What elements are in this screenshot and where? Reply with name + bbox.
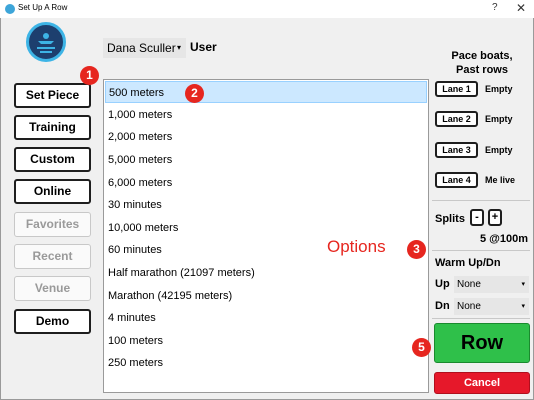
splits-minus-button[interactable]: - bbox=[470, 209, 484, 226]
divider bbox=[432, 200, 530, 201]
lane-1-status: Empty bbox=[485, 84, 513, 94]
warmup-up-dropdown[interactable]: None ▾ bbox=[454, 276, 529, 293]
menu-online-button[interactable]: Online bbox=[14, 179, 91, 204]
lane-1-button[interactable]: Lane 1 bbox=[435, 81, 478, 97]
lane-3-button[interactable]: Lane 3 bbox=[435, 142, 478, 158]
list-item[interactable]: 30 minutes bbox=[105, 194, 427, 216]
list-item[interactable]: 10,000 meters bbox=[105, 217, 427, 239]
splits-value: 5 @100m bbox=[480, 233, 529, 245]
menu-recent-button: Recent bbox=[14, 244, 91, 269]
warmup-up-label: Up bbox=[435, 278, 450, 290]
list-item[interactable]: 1,000 meters bbox=[105, 104, 427, 126]
chevron-down-icon: ▾ bbox=[176, 43, 181, 52]
warmup-up-value: None bbox=[457, 279, 481, 290]
user-dropdown-value: Dana Sculler bbox=[107, 41, 176, 55]
list-item[interactable]: 100 meters bbox=[105, 330, 427, 352]
warmup-heading: Warm Up/Dn bbox=[435, 257, 501, 269]
cancel-button[interactable]: Cancel bbox=[434, 372, 530, 394]
divider bbox=[432, 250, 530, 251]
close-button[interactable]: ✕ bbox=[516, 1, 526, 15]
warmup-dn-label: Dn bbox=[435, 300, 450, 312]
menu-demo-button[interactable]: Demo bbox=[14, 309, 91, 334]
chevron-down-icon: ▾ bbox=[521, 281, 525, 288]
list-item[interactable]: 500 meters bbox=[105, 81, 427, 103]
list-item[interactable]: Half marathon (21097 meters) bbox=[105, 262, 427, 284]
warmup-dn-value: None bbox=[457, 301, 481, 312]
annotation-badge-3: 3 bbox=[407, 240, 426, 259]
splits-label: Splits bbox=[435, 213, 465, 225]
lane-2-status: Empty bbox=[485, 114, 513, 124]
chevron-down-icon: ▾ bbox=[521, 303, 525, 310]
list-item[interactable]: 4 minutes bbox=[105, 307, 427, 329]
menu-set-piece-button[interactable]: Set Piece bbox=[14, 83, 91, 108]
window-title: Set Up A Row bbox=[18, 3, 68, 12]
lane-3-status: Empty bbox=[485, 145, 513, 155]
annotation-badge-1: 1 bbox=[80, 66, 99, 85]
splits-plus-button[interactable]: + bbox=[488, 209, 502, 226]
row-button[interactable]: Row bbox=[434, 323, 530, 363]
list-item[interactable]: 250 meters bbox=[105, 352, 427, 374]
pace-heading-line2: Past rows bbox=[456, 64, 508, 76]
menu-favorites-button: Favorites bbox=[14, 212, 91, 237]
list-item[interactable]: Marathon (42195 meters) bbox=[105, 285, 427, 307]
lane-4-button[interactable]: Lane 4 bbox=[435, 172, 478, 188]
app-logo bbox=[26, 22, 66, 62]
piece-list[interactable]: 500 meters 1,000 meters 2,000 meters 5,0… bbox=[103, 79, 429, 393]
warmup-dn-dropdown[interactable]: None ▾ bbox=[454, 298, 529, 315]
divider bbox=[432, 318, 530, 319]
menu-venue-button: Venue bbox=[14, 276, 91, 301]
rower-logo-icon bbox=[37, 33, 55, 53]
menu-training-button[interactable]: Training bbox=[14, 115, 91, 140]
list-item[interactable]: 5,000 meters bbox=[105, 149, 427, 171]
list-item[interactable]: 6,000 meters bbox=[105, 172, 427, 194]
annotation-badge-5: 5 bbox=[412, 338, 431, 357]
lane-2-button[interactable]: Lane 2 bbox=[435, 111, 478, 127]
app-icon bbox=[5, 4, 15, 14]
annotation-badge-2: 2 bbox=[185, 84, 204, 103]
list-item[interactable]: 2,000 meters bbox=[105, 126, 427, 148]
help-button[interactable]: ? bbox=[492, 2, 498, 13]
user-label: User bbox=[190, 40, 217, 54]
user-dropdown[interactable]: Dana Sculler ▾ bbox=[103, 38, 186, 58]
lane-4-status: Me live bbox=[485, 175, 516, 185]
title-bar: Set Up A Row ? ✕ bbox=[0, 0, 534, 18]
menu-custom-button[interactable]: Custom bbox=[14, 147, 91, 172]
pace-heading-line1: Pace boats, bbox=[451, 50, 513, 62]
pace-boats-heading: Pace boats, Past rows bbox=[431, 49, 533, 77]
options-annotation-label: Options bbox=[327, 237, 386, 256]
